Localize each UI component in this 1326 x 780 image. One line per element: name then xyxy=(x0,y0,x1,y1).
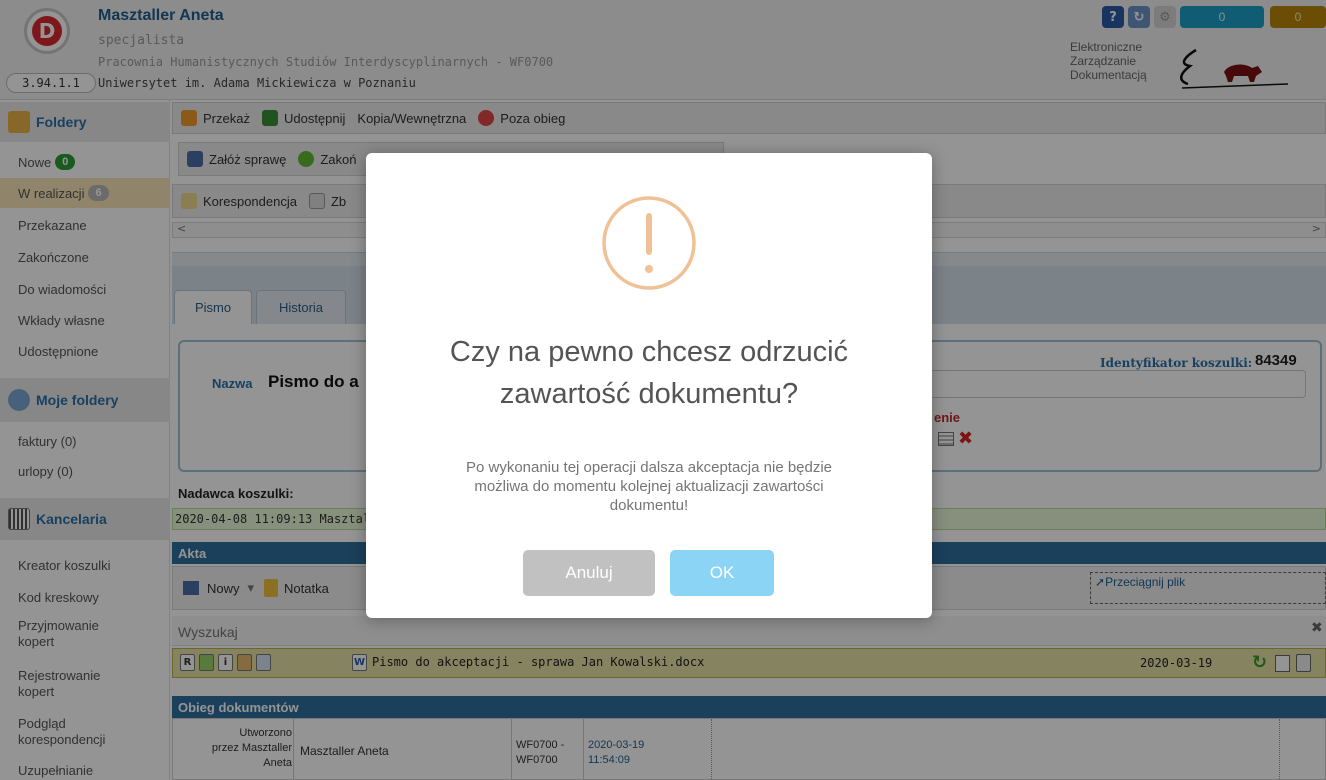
ok-button[interactable]: OK xyxy=(670,550,774,596)
confirm-dialog: Czy na pewno chcesz odrzucić zawartość d… xyxy=(366,153,932,618)
dialog-message: Po wykonaniu tej operacji dalsza akcepta… xyxy=(465,459,833,514)
dialog-title: Czy na pewno chcesz odrzucić zawartość d… xyxy=(449,336,849,410)
warning-icon xyxy=(602,196,696,290)
cancel-button[interactable]: Anuluj xyxy=(523,550,655,596)
